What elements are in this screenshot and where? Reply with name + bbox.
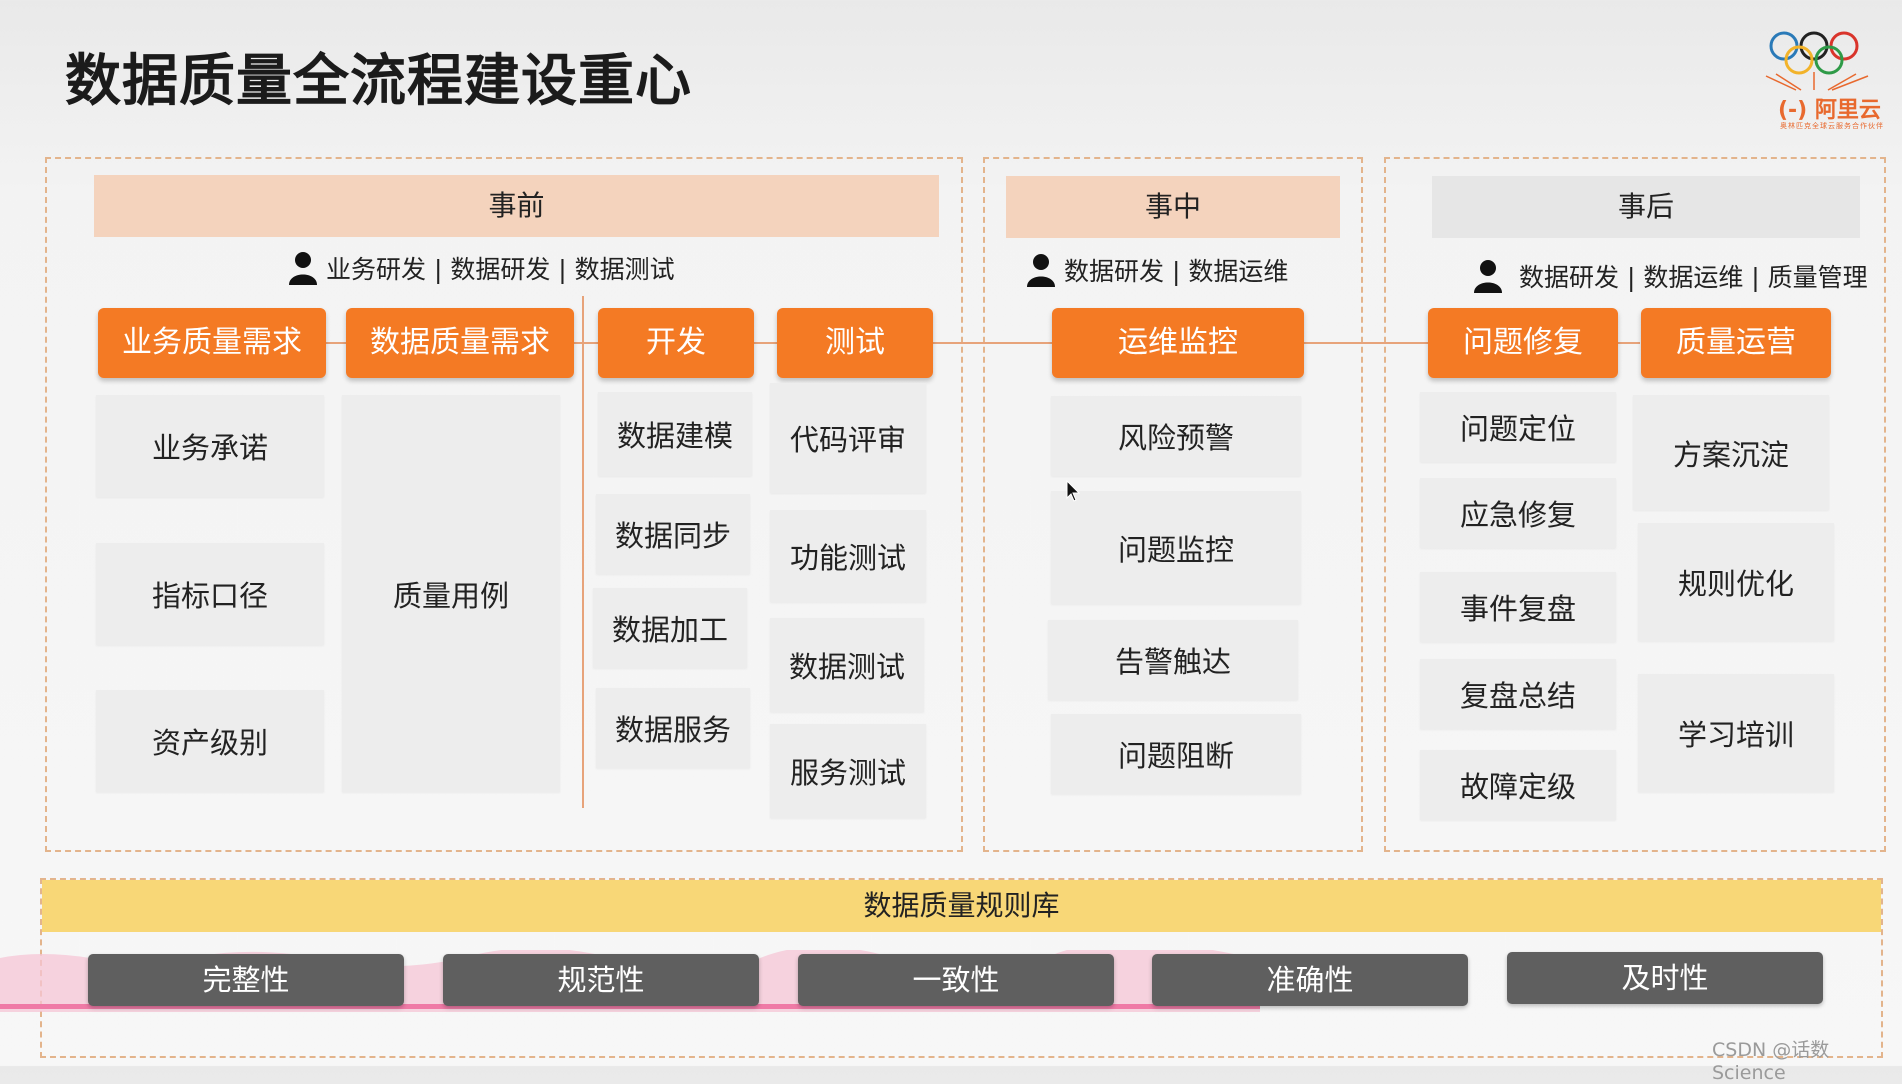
cell-data-modeling: 数据建模 <box>598 392 752 476</box>
connector-line <box>573 342 599 344</box>
rule-completeness: 完整性 <box>88 954 404 1006</box>
phase-header-before: 事前 <box>94 175 939 237</box>
cell-review-summary: 复盘总结 <box>1420 659 1616 729</box>
watermark: CSDN @话数Science <box>1712 1039 1830 1084</box>
stage-develop: 开发 <box>598 308 754 378</box>
roles-before-text: 业务研发 | 数据研发 | 数据测试 <box>326 255 675 284</box>
roles-after: 数据研发 | 数据运维 | 质量管理 <box>1473 258 1868 294</box>
cell-data-sync: 数据同步 <box>596 494 750 574</box>
cell-risk-warning: 风险预警 <box>1051 396 1301 476</box>
cell-service-test: 服务测试 <box>770 724 926 818</box>
cell-rule-optimize: 规则优化 <box>1638 523 1834 641</box>
aliyun-logo-icon: (-) <box>1778 98 1808 123</box>
phase-header-after: 事后 <box>1432 176 1860 238</box>
cell-issue-monitor: 问题监控 <box>1051 491 1301 604</box>
divider-line <box>582 296 584 808</box>
cell-issue-block: 问题阻断 <box>1051 714 1301 794</box>
roles-before: 业务研发 | 数据研发 | 数据测试 <box>288 250 675 286</box>
cell-code-review: 代码评审 <box>770 383 926 493</box>
connector-line <box>932 342 1052 344</box>
stage-quality-ops: 质量运营 <box>1641 308 1831 378</box>
cell-quality-case: 质量用例 <box>342 395 560 792</box>
page-title: 数据质量全流程建设重心 <box>65 49 692 114</box>
cell-data-test: 数据测试 <box>770 618 924 712</box>
roles-during: 数据研发 | 数据运维 <box>1026 252 1288 288</box>
mouse-cursor-icon <box>1066 480 1081 502</box>
phase-header-during: 事中 <box>1006 176 1340 238</box>
rule-normativity: 规范性 <box>443 954 759 1006</box>
stage-business-quality: 业务质量需求 <box>98 308 326 378</box>
cell-alert-reach: 告警触达 <box>1048 620 1298 700</box>
cell-metric-definition: 指标口径 <box>96 543 324 645</box>
connector-line <box>1616 342 1640 344</box>
stage-ops-monitor: 运维监控 <box>1052 308 1304 378</box>
stage-issue-fix: 问题修复 <box>1428 308 1618 378</box>
logo-tagline: 奥林匹克全球云服务合作伙伴 <box>1780 122 1884 130</box>
roles-during-text: 数据研发 | 数据运维 <box>1064 257 1289 286</box>
person-icon <box>1027 254 1055 287</box>
cell-function-test: 功能测试 <box>770 510 926 602</box>
rule-consistency: 一致性 <box>798 954 1114 1006</box>
connector-line <box>752 342 778 344</box>
cell-event-review: 事件复盘 <box>1420 572 1616 642</box>
person-icon <box>289 252 317 285</box>
cell-solution-accumulate: 方案沉淀 <box>1633 395 1829 510</box>
cell-data-processing: 数据加工 <box>593 588 747 668</box>
cell-business-commitment: 业务承诺 <box>96 395 324 497</box>
cell-issue-locate: 问题定位 <box>1420 392 1616 462</box>
rule-accuracy: 准确性 <box>1152 954 1468 1006</box>
stage-data-quality: 数据质量需求 <box>346 308 574 378</box>
cell-learning-training: 学习培训 <box>1638 674 1834 792</box>
cell-asset-level: 资产级别 <box>96 690 324 792</box>
connector-line <box>1302 342 1428 344</box>
cell-emergency-fix: 应急修复 <box>1420 478 1616 548</box>
cell-fault-grading: 故障定级 <box>1420 750 1616 820</box>
stage-test: 测试 <box>777 308 933 378</box>
rules-library-header: 数据质量规则库 <box>42 880 1881 932</box>
person-icon <box>1474 260 1502 293</box>
aliyun-logo: (-) 阿里云 <box>1778 98 1881 123</box>
connector-line <box>326 342 348 344</box>
cell-data-service: 数据服务 <box>596 688 750 768</box>
roles-after-text: 数据研发 | 数据运维 | 质量管理 <box>1519 263 1868 292</box>
rule-timeliness: 及时性 <box>1507 952 1823 1004</box>
